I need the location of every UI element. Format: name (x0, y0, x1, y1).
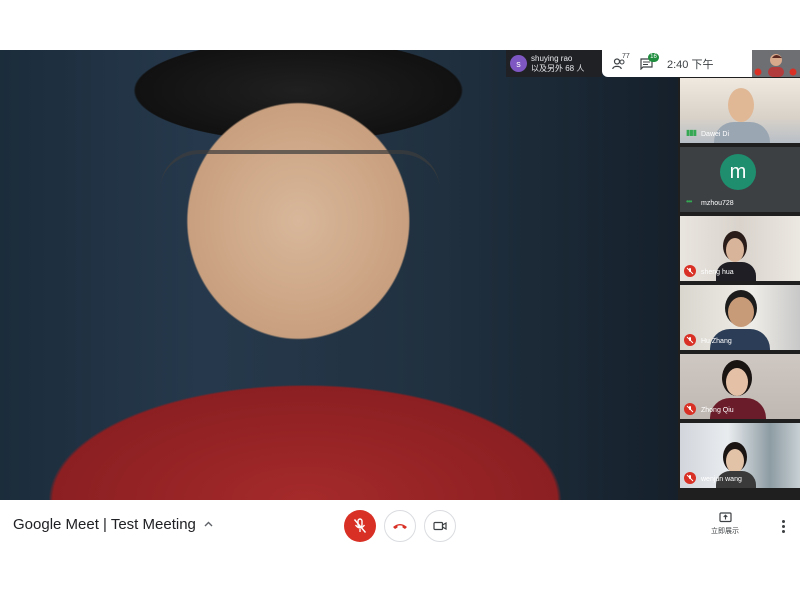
presenter-text: shuying rao 以及另外 68 人 (531, 54, 584, 74)
more-options-button[interactable] (776, 516, 790, 536)
present-screen-icon (718, 512, 732, 523)
camera-toggle-button[interactable] (424, 510, 456, 542)
self-view-image (752, 50, 800, 77)
bottom-control-bar: Google Meet | Test Meeting 立即展示 (0, 500, 800, 552)
meeting-details-button[interactable]: Google Meet | Test Meeting (13, 516, 213, 533)
participant-name: Hu Zhang (701, 338, 732, 345)
microphone-toggle-button[interactable] (344, 510, 376, 542)
more-options-icon (781, 519, 785, 523)
video-camera-icon (433, 521, 447, 531)
hang-up-icon (393, 524, 407, 529)
chat-button[interactable]: 16 (640, 52, 659, 70)
participant-tile[interactable]: Zhong Qiu (680, 354, 800, 419)
meeting-stage: s shuying rao 以及另外 68 人 77 16 2:40 下午 ▮▮… (0, 50, 800, 500)
chat-count-badge: 16 (648, 52, 659, 62)
participant-name: sheng hua (701, 269, 734, 276)
participant-tile[interactable]: ▮▮▮ Dawei Di (680, 78, 800, 143)
speaking-indicator-icon: ••• (686, 197, 692, 206)
mic-off-icon (684, 265, 696, 277)
participant-tile[interactable]: sheng hua (680, 216, 800, 281)
clock-time: 2:40 (667, 58, 689, 71)
participant-avatar: m (720, 154, 756, 190)
participant-tile[interactable]: wenjun wang (680, 423, 800, 488)
participant-face (728, 88, 754, 122)
more-options-dot (781, 529, 785, 533)
presenter-name: shuying rao (531, 53, 573, 63)
participant-face (726, 368, 748, 396)
leave-call-button[interactable] (384, 510, 416, 542)
participant-tile[interactable]: Hu Zhang (680, 285, 800, 350)
mic-off-icon (684, 334, 696, 346)
clock: 2:40 下午 (667, 56, 713, 72)
meeting-info-bar: 77 16 2:40 下午 (602, 50, 752, 77)
more-options-dot (781, 524, 785, 528)
meeting-title: Google Meet | Test Meeting (13, 516, 196, 533)
clock-period: 下午 (691, 58, 714, 71)
participant-name: Zhong Qiu (701, 407, 734, 414)
main-speaker-video (0, 50, 678, 500)
presenter-avatar: s (510, 55, 527, 72)
participant-name: mzhou728 (701, 200, 734, 207)
mic-off-icon (684, 403, 696, 415)
participant-face (726, 238, 744, 262)
participant-name: wenjun wang (701, 476, 742, 483)
participant-tile[interactable]: m ••• mzhou728 (680, 147, 800, 212)
participant-name: Dawei Di (701, 131, 730, 138)
presenter-others: 以及另外 68 人 (531, 63, 585, 73)
mic-off-icon (684, 472, 696, 484)
participant-face (726, 449, 744, 473)
people-count: 77 (622, 52, 630, 60)
speaking-indicator-icon: ▮▮▮ (686, 128, 697, 137)
speaker-glasses (160, 150, 440, 210)
present-now-button[interactable]: 立即展示 (700, 512, 750, 542)
present-now-label: 立即展示 (711, 528, 739, 535)
self-view-thumbnail[interactable] (752, 50, 800, 77)
presenter-chip[interactable]: s shuying rao 以及另外 68 人 (506, 50, 602, 77)
chevron-up-icon (204, 519, 213, 530)
participant-face (728, 297, 754, 327)
people-button[interactable]: 77 (612, 53, 630, 70)
mic-off-icon (353, 518, 367, 533)
